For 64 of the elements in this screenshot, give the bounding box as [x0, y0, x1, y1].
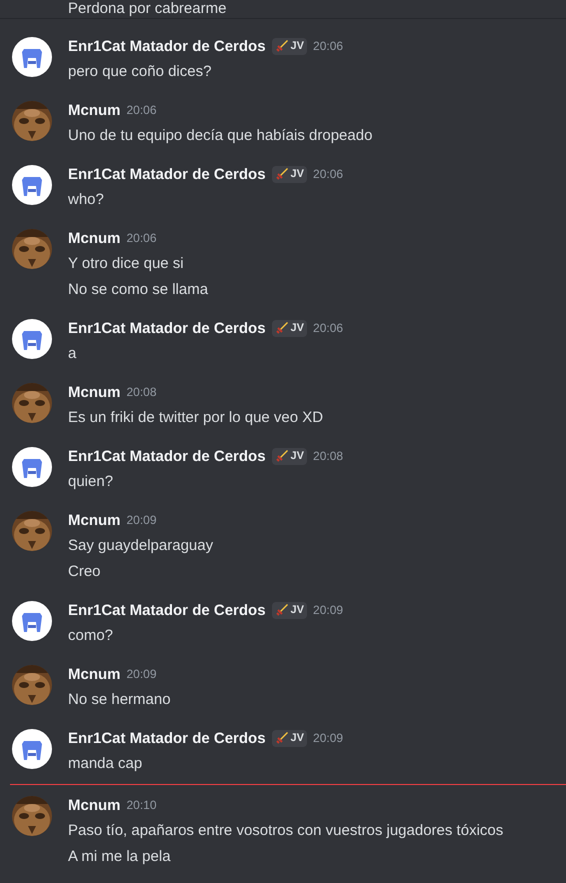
username[interactable]: Enr1Cat Matador de Cerdos: [68, 730, 266, 746]
timestamp: 20:06: [126, 103, 157, 117]
sword-icon: [274, 731, 289, 745]
message-text: who?: [68, 190, 105, 210]
stool-icon: [12, 729, 52, 769]
guild-tag[interactable]: JV: [272, 602, 308, 618]
timestamp: 20:06: [313, 39, 344, 53]
message-text: Creo: [68, 562, 102, 582]
tag-text: JV: [290, 322, 304, 334]
timestamp: 20:08: [313, 449, 344, 463]
username[interactable]: Enr1Cat Matador de Cerdos: [68, 448, 266, 464]
sword-icon: [274, 167, 289, 181]
timestamp: 20:09: [126, 667, 157, 681]
username[interactable]: Mcnum: [68, 384, 120, 400]
stool-icon: [12, 37, 52, 77]
timestamp: 20:09: [313, 603, 344, 617]
guild-tag[interactable]: JV: [272, 320, 308, 336]
message-text: No se como se llama: [68, 280, 208, 300]
message-text: No se hermano: [68, 690, 171, 710]
message-text: Say guaydelparaguay: [68, 536, 214, 556]
guild-tag[interactable]: JV: [272, 38, 308, 54]
stool-icon: [12, 165, 52, 205]
guild-tag[interactable]: JV: [272, 730, 308, 746]
timestamp: 20:06: [313, 167, 344, 181]
message-text: pero que coño dices?: [68, 62, 212, 82]
username[interactable]: Enr1Cat Matador de Cerdos: [68, 166, 266, 182]
timestamp: 20:06: [126, 231, 157, 245]
username[interactable]: Mcnum: [68, 512, 120, 528]
message-text: Paso tío, apañaros entre vosotros con vuestros jugadores tóxicos: [68, 821, 504, 841]
message-text: Y otro dice que si: [68, 254, 185, 274]
message-text: quien?: [68, 472, 114, 492]
tag-text: JV: [290, 732, 304, 744]
tag-text: JV: [290, 40, 304, 52]
stool-icon: [12, 319, 52, 359]
message-text: a: [68, 344, 78, 364]
guild-tag[interactable]: JV: [272, 166, 308, 182]
timestamp: 20:09: [126, 513, 157, 527]
message-text: Es un friki de twitter por lo que veo XD: [68, 408, 324, 428]
guild-tag[interactable]: JV: [272, 448, 308, 464]
username[interactable]: Enr1Cat Matador de Cerdos: [68, 602, 266, 618]
message-text: como?: [68, 626, 114, 646]
tag-text: JV: [290, 604, 304, 616]
timestamp: 20:08: [126, 385, 157, 399]
sword-icon: [274, 603, 289, 617]
sword-icon: [274, 321, 289, 335]
stool-icon: [12, 447, 52, 487]
message-text: A mi me la pela: [68, 847, 172, 867]
username[interactable]: Mcnum: [68, 666, 120, 682]
message-text: Perdona por cabrearme: [68, 0, 226, 18]
username[interactable]: Enr1Cat Matador de Cerdos: [68, 320, 266, 336]
timestamp: 20:06: [313, 321, 344, 335]
tag-text: JV: [290, 450, 304, 462]
timestamp: 20:10: [126, 798, 157, 812]
username[interactable]: Mcnum: [68, 102, 120, 118]
tag-text: JV: [290, 168, 304, 180]
message-text: manda cap: [68, 754, 144, 774]
sword-icon: [274, 449, 289, 463]
username[interactable]: Enr1Cat Matador de Cerdos: [68, 38, 266, 54]
username[interactable]: Mcnum: [68, 796, 120, 814]
stool-icon: [12, 601, 52, 641]
sword-icon: [274, 39, 289, 53]
timestamp: 20:09: [313, 731, 344, 745]
username[interactable]: Mcnum: [68, 230, 120, 246]
message-text: Uno de tu equipo decía que habíais dropeado: [68, 126, 372, 146]
